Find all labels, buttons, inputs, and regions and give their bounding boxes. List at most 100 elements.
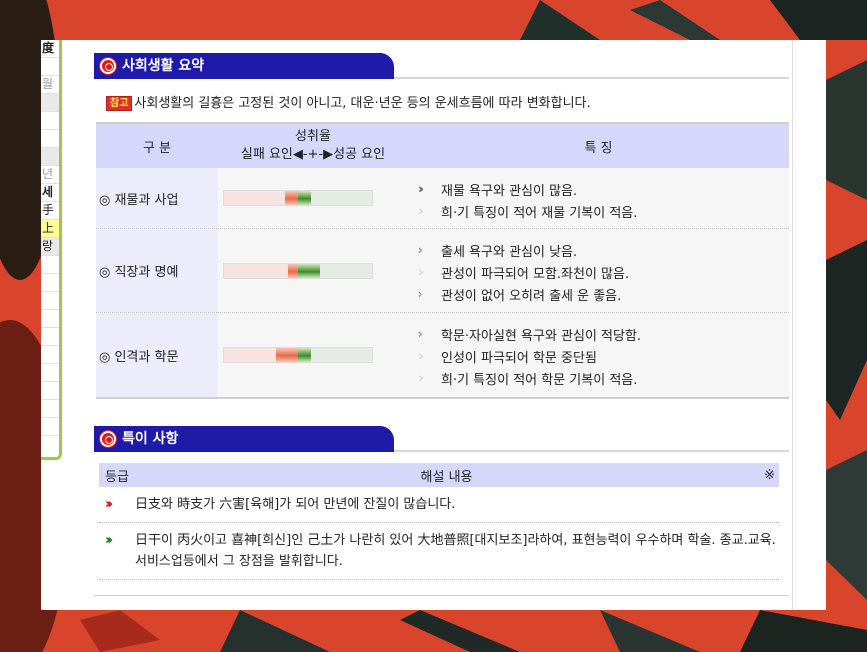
social-note: 참고 사회생활의 길흉은 고정된 것이 아니고, 대운·년운 등의 운세흐름에 따… [106,92,591,111]
achievement-gauge [223,190,373,206]
special-section-title: 특이 사항 [122,431,179,447]
row-category: ◎ 재물과 사업 [96,168,218,228]
left-panel-cell [41,364,59,382]
row-features: › › 출세 욕구와 관심이 낮음. › › 관성이 파극되어 모함.좌천이 많음. ›… [408,229,789,312]
feature-line: › › 인성이 파극되어 학문 중단됨 [418,345,789,367]
left-panel-cell: 手 [41,202,59,220]
left-panel-cell: 랑 [41,238,59,256]
feature-text: 희·기 특징이 적어 재물 기복이 적음. [441,205,638,221]
row-features: › › 재물 욕구와 관심이 많음. › › 희·기 특징이 적어 재물 기복이 적음. [408,168,789,228]
green-chevron-icon: › › [418,287,424,301]
feature-line: › › 재물 욕구와 관심이 많음. [418,178,789,200]
social-row: ◎ 인격과 학문 › › 학문·자아실현 욕구와 관심이 적당함. › › 인성이 파극… [96,313,789,397]
fail-side [224,348,298,362]
success-side [298,263,372,278]
left-panel-cell: 上 [41,220,59,238]
header-mark: ※ [764,467,775,483]
header-rate-title: 성취율 [295,129,331,144]
social-section-tab: 사회생활 요약 [94,53,394,79]
feature-line: › › 희·기 특징이 적어 학문 기복이 적음. [418,367,789,389]
header-features: 특 징 [584,140,613,156]
header-rate-scale: 실패 요인◀-+-▶성공 요인 [240,147,386,162]
fail-side [224,263,298,278]
double-chevron-icon: › › [418,349,424,363]
special-table-header: 등급 해설 내용 ※ [99,463,779,487]
double-chevron-icon: › › [418,371,424,385]
double-chevron-icon: › › [418,204,424,218]
double-chevron-icon: › › [418,265,424,279]
left-panel-cell: 년 [41,166,59,184]
row-category: ◎ 인격과 학문 [96,313,218,397]
feature-text: 학문·자아실현 욕구와 관심이 적당함. [441,328,642,344]
feature-line: › › 희·기 특징이 적어 재물 기복이 적음. [418,200,789,222]
feature-text: 출세 욕구와 관심이 낮음. [441,244,578,260]
special-row: ››› 日支와 時支가 六害[육해]가 되어 만년에 잔질이 많습니다. [99,487,779,523]
feature-text: 관성이 없어 오히려 출세 운 좋음. [441,288,622,304]
special-text: 日干이 丙火이고 喜神[희신]인 己土가 나란히 있어 大地普照[대지보조]라하… [135,533,776,569]
fail-fill [275,348,298,362]
social-row: ◎ 재물과 사업 › › 재물 욕구와 관심이 많음. › › 희·기 특징이 적어 재… [96,168,789,229]
left-panel-cell [41,94,59,112]
double-chevron-icon: › › [418,182,424,196]
success-fill [298,263,321,278]
bullseye-icon [100,58,116,74]
rate-cell [218,168,408,228]
success-fill [298,348,311,362]
left-panel-cell [41,256,59,274]
feature-text: 재물 욕구와 관심이 많음. [441,183,578,199]
report-sheet: 度 월 년 세 手 上 랑 사회생활 요약 참고 사회생활의 길흉은 고정된 것… [41,40,826,610]
header-rate: 성취율 실패 요인◀-+-▶성공 요인 [218,124,408,168]
left-panel-cell: 월 [41,76,59,94]
feature-line: › › 관성이 없어 오히려 출세 운 좋음. [418,283,789,305]
feature-text: 희·기 특징이 적어 학문 기복이 적음. [441,372,638,388]
feature-line: › › 관성이 파극되어 모함.좌천이 많음. [418,261,789,283]
social-row: ◎ 직장과 명예 › › 출세 욕구와 관심이 낮음. › › 관성이 파극되어 모함.… [96,229,789,313]
header-content: 해설 내용 [420,469,473,485]
rate-cell [218,313,408,397]
chevron-icon: › › [418,243,424,257]
note-badge: 참고 [106,96,133,111]
left-panel: 度 월 년 세 手 上 랑 [41,40,62,460]
header-grade: 등급 [105,469,129,485]
left-panel-cell [41,274,59,292]
achievement-gauge [223,347,373,363]
success-side [298,348,372,362]
special-section-tab: 특이 사항 [94,426,394,452]
triple-chevron-green-icon: ››› [105,533,113,548]
feature-text: 인성이 파극되어 학문 중단됨 [441,350,597,366]
achievement-gauge [223,262,373,279]
left-panel-cell [41,130,59,148]
feature-line: › › 출세 욕구와 관심이 낮음. [418,239,789,261]
row-category: ◎ 직장과 명예 [96,229,218,312]
feature-line: › › 학문·자아실현 욕구와 관심이 적당함. [418,323,789,345]
left-panel-cell [41,292,59,310]
note-text: 사회생활의 길흉은 고정된 것이 아니고, 대운·년운 등의 운세흐름에 따라 … [134,96,591,111]
triple-chevron-red-icon: ››› [105,497,113,512]
chevron-icon: › › [418,327,424,341]
special-text: 日支와 時支가 六害[육해]가 되어 만년에 잔질이 많습니다. [135,497,456,512]
report-content: 사회생활 요약 참고 사회생활의 길흉은 고정된 것이 아니고, 대운·년운 등의… [94,40,789,610]
left-panel-cell [41,148,59,166]
left-panel-cell [41,400,59,418]
left-panel-cell [41,382,59,400]
fail-side [224,191,298,205]
rate-cell [218,229,408,312]
left-panel-cell: 度 [41,40,59,58]
header-category: 구 분 [142,140,172,156]
row-features: › › 학문·자아실현 욕구와 관심이 적당함. › › 인성이 파극되어 학문 중단됨… [408,313,789,397]
success-side [298,191,372,205]
social-section-title: 사회생활 요약 [122,58,205,74]
fail-fill [288,263,298,278]
left-panel-cell [41,346,59,364]
special-row: ››› 日干이 丙火이고 喜神[희신]인 己土가 나란히 있어 大地普照[대지보… [99,523,779,580]
left-panel-cell [41,418,59,436]
left-panel-cell [41,310,59,328]
left-panel-cell [41,58,59,76]
right-divider [792,40,793,610]
special-section-header: 특이 사항 [94,426,789,452]
feature-text: 관성이 파극되어 모함.좌천이 많음. [441,266,630,282]
bullseye-icon [100,431,116,447]
left-panel-cell [41,112,59,130]
social-table-header: 구 분 성취율 실패 요인◀-+-▶성공 요인 특 징 [96,124,789,168]
left-panel-cell: 세 [41,184,59,202]
